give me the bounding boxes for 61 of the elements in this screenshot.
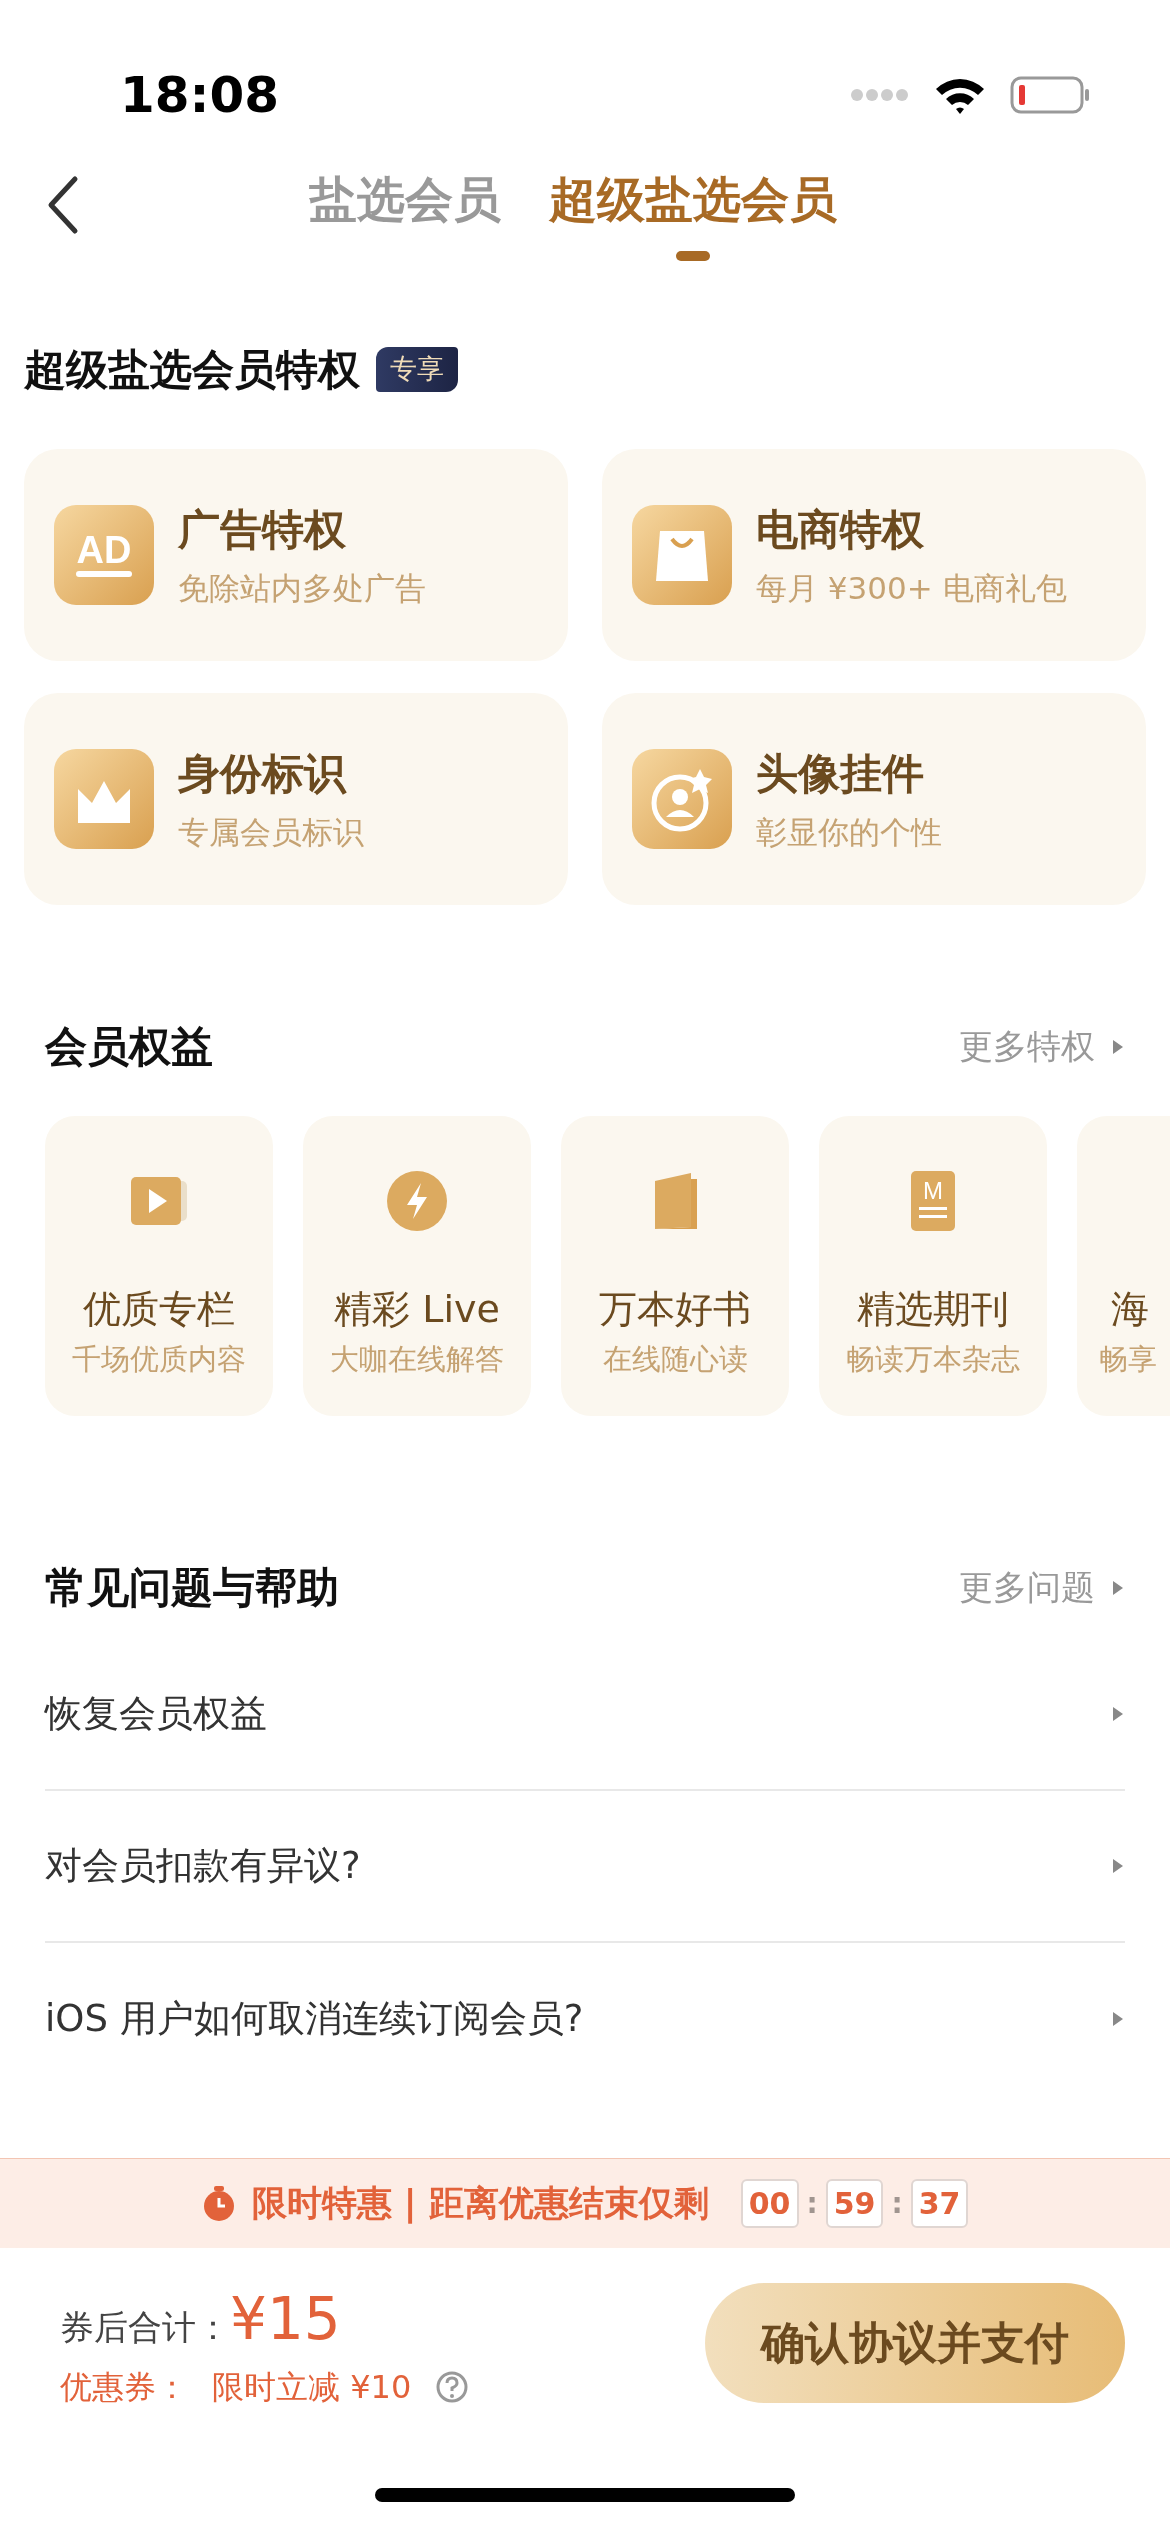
benefit-subtitle: 大咖在线解答 <box>330 1341 504 1378</box>
privilege-card[interactable]: 身份标识 专属会员标识 <box>24 693 568 905</box>
faq-item[interactable]: iOS 用户如何取消连续订阅会员? <box>45 1943 1125 2095</box>
caret-icon <box>1111 1705 1125 1723</box>
privilege-subtitle: 每月 ¥300+ 电商礼包 <box>756 569 1067 609</box>
countdown-digits: 00 <box>740 2179 799 2228</box>
privilege-title: 身份标识 <box>178 748 348 801</box>
promo-text: 限时特惠 | 距离优惠结束仅剩 <box>251 2182 709 2226</box>
countdown-digits: 59 <box>825 2179 884 2228</box>
benefit-card[interactable]: M 精选期刊 畅读万本杂志 <box>819 1116 1047 1416</box>
benefit-title: 海 <box>1111 1286 1149 1333</box>
caret-icon <box>1111 1578 1125 1597</box>
signal-icon <box>850 88 910 102</box>
battery-icon <box>1010 76 1090 114</box>
benefit-title: 优质专栏 <box>83 1286 235 1333</box>
pay-button[interactable]: 确认协议并支付 <box>705 2283 1125 2403</box>
benefit-title: 万本好书 <box>599 1286 751 1333</box>
tab-indicator <box>676 251 710 261</box>
countdown-separator: : <box>891 2185 903 2222</box>
caret-icon <box>1111 1857 1125 1875</box>
countdown-digits: 37 <box>910 2179 969 2228</box>
benefit-card[interactable]: 精彩 Live 大咖在线解答 <box>303 1116 531 1416</box>
crown-icon <box>54 749 154 849</box>
ad-icon: AD <box>54 505 154 605</box>
tab[interactable]: 超级盐选会员 <box>549 163 837 235</box>
timer-icon <box>201 2185 236 2222</box>
benefit-subtitle: 在线随心读 <box>602 1341 748 1378</box>
privilege-card[interactable]: 头像挂件 彰显你的个性 <box>602 693 1146 905</box>
benefit-card[interactable]: 优质专栏 千场优质内容 <box>45 1116 273 1416</box>
total-label: 券后合计： <box>60 2305 230 2349</box>
privilege-subtitle: 免除站内多处广告 <box>178 569 426 609</box>
section-title: 超级盐选会员特权 <box>24 344 360 396</box>
benefit-title: 精选期刊 <box>857 1286 1009 1333</box>
benefit-subtitle: 畅享 <box>1099 1341 1157 1378</box>
total-price: ¥15 <box>230 2283 341 2355</box>
faq-item[interactable]: 恢复会员权益 <box>45 1639 1125 1791</box>
privilege-card[interactable]: AD 广告特权 免除站内多处广告 <box>24 449 568 661</box>
caret-icon <box>1111 2010 1125 2028</box>
shopping-bag-icon <box>632 505 732 605</box>
privilege-title: 电商特权 <box>756 504 925 557</box>
section-title: 常见问题与帮助 <box>45 1562 339 1614</box>
coupon-label: 优惠券： <box>60 2366 188 2408</box>
benefit-card[interactable]: 海 畅享 <box>1077 1116 1170 1416</box>
privilege-subtitle: 专属会员标识 <box>178 813 364 853</box>
benefit-subtitle: 千场优质内容 <box>72 1341 246 1378</box>
privilege-subtitle: 彰显你的个性 <box>756 813 942 853</box>
exclusive-badge: 专享 <box>376 347 458 392</box>
privilege-card[interactable]: 电商特权 每月 ¥300+ 电商礼包 <box>602 449 1146 661</box>
benefit-card[interactable]: 万本好书 在线随心读 <box>561 1116 789 1416</box>
help-icon <box>435 2369 470 2404</box>
privilege-title: 广告特权 <box>178 504 347 557</box>
benefit-title: 精彩 Live <box>334 1286 500 1333</box>
faq-item[interactable]: 对会员扣款有异议? <box>45 1791 1125 1943</box>
avatar-icon <box>632 749 732 849</box>
countdown-separator: : <box>806 2185 818 2222</box>
privilege-title: 头像挂件 <box>756 748 925 801</box>
status-time: 18:08 <box>120 64 280 126</box>
coupon-value: 限时立减 ¥10 <box>212 2366 412 2408</box>
caret-icon <box>1111 1037 1125 1056</box>
section-title: 会员权益 <box>45 1021 213 1073</box>
benefit-subtitle: 畅读万本杂志 <box>846 1341 1020 1378</box>
